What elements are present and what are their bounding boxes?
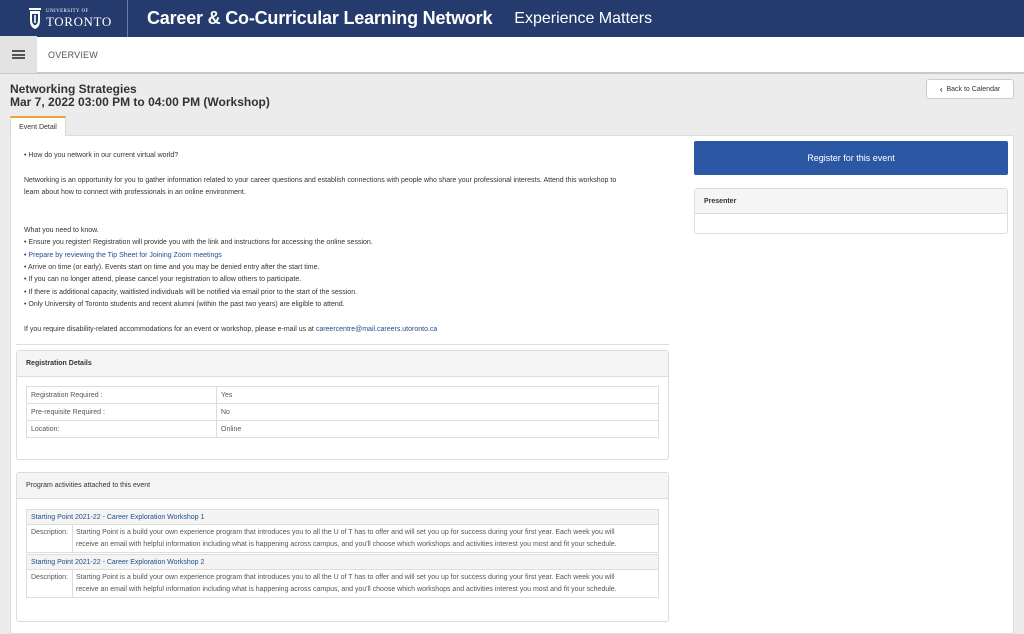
menu-button[interactable] <box>0 36 37 73</box>
site-tagline: Experience Matters <box>514 9 653 27</box>
table-row: Registration Required : Yes <box>26 386 659 404</box>
registration-required-label: Registration Required : <box>26 386 217 404</box>
info-item: • If you can no longer attend, please ca… <box>24 276 302 283</box>
registration-details-panel: Registration Details Registration Requir… <box>16 350 669 460</box>
activity-link-workshop-1[interactable]: Starting Point 2021-22 - Career Explorat… <box>31 514 204 521</box>
event-title: Networking Strategies <box>10 82 137 96</box>
registration-required-value: Yes <box>216 386 659 404</box>
description-question: • How do you network in our current virt… <box>24 152 179 159</box>
divider <box>16 344 669 345</box>
hamburger-menu-icon <box>12 50 25 59</box>
activity-description-line: Starting Point is a build your own exper… <box>76 574 615 581</box>
back-button-label: Back to Calendar <box>946 85 1001 93</box>
site-header: UNIVERSITY OF TORONTO Career & Co-Curric… <box>0 0 1024 37</box>
activity-description-line: receive an email with helpful informatio… <box>76 585 617 593</box>
activity-description: Starting Point is a build your own exper… <box>73 525 658 552</box>
location-value: Online <box>216 420 659 438</box>
presenter-panel: Presenter <box>694 188 1008 234</box>
prerequisite-label: Pre-requisite Required : <box>26 403 217 421</box>
nav-overview-link[interactable]: OVERVIEW <box>48 50 98 60</box>
prerequisite-value: No <box>216 403 659 421</box>
program-activities-heading: Program activities attached to this even… <box>17 473 668 499</box>
need-to-know-heading: What you need to know. <box>24 227 99 234</box>
activity-description: Starting Point is a build your own exper… <box>73 570 658 597</box>
info-item: • Only University of Toronto students an… <box>24 301 345 308</box>
activity-description-row: Description: Starting Point is a build y… <box>26 525 659 553</box>
tab-event-detail[interactable]: Event Detail <box>10 116 66 136</box>
register-button[interactable]: Register for this event <box>694 141 1008 175</box>
description-intro-line1: Networking is an opportunity for you to … <box>24 177 617 184</box>
tip-sheet-link[interactable]: Prepare by reviewing the Tip Sheet for J… <box>28 252 221 259</box>
description-intro-line2: learn about how to connect with professi… <box>24 189 246 196</box>
careercentre-email-link[interactable]: careercentre@mail.careers.utoronto.ca <box>316 326 438 333</box>
info-item: • If there is additional capacity, waitl… <box>24 289 358 296</box>
info-item: • Ensure you register! Registration will… <box>24 239 373 246</box>
location-label: Location: <box>26 420 217 438</box>
university-logo[interactable]: UNIVERSITY OF TORONTO <box>0 0 128 37</box>
event-datetime: Mar 7, 2022 03:00 PM to 04:00 PM (Worksh… <box>10 95 270 109</box>
activity-description-row: Description: Starting Point is a build y… <box>26 570 659 598</box>
accommodation-text: If you require disability-related accomm… <box>24 326 316 333</box>
logo-name: TORONTO <box>46 14 112 29</box>
accommodation-note: If you require disability-related accomm… <box>24 324 437 337</box>
info-item-tip-sheet: • Prepare by reviewing the Tip Sheet for… <box>24 250 222 263</box>
presenter-heading: Presenter <box>695 189 1007 214</box>
crest-icon <box>29 7 41 29</box>
nav-bar: OVERVIEW <box>0 36 1024 74</box>
description-label: Description: <box>27 525 73 552</box>
activity-description-line: receive an email with helpful informatio… <box>76 540 617 548</box>
program-activities-panel: Program activities attached to this even… <box>16 472 669 622</box>
registration-table: Registration Required : Yes Pre-requisit… <box>26 386 659 438</box>
site-title[interactable]: Career & Co-Curricular Learning Network <box>147 8 492 29</box>
chevron-left-icon: ‹ <box>939 84 943 94</box>
activity-description-line: Starting Point is a build your own exper… <box>76 529 615 536</box>
table-row: Pre-requisite Required : No <box>26 403 659 421</box>
registration-details-heading: Registration Details <box>17 351 668 377</box>
activity-title-row: Starting Point 2021-22 - Career Explorat… <box>26 554 659 570</box>
table-row: Location: Online <box>26 420 659 438</box>
info-item: • Arrive on time (or early). Events star… <box>24 264 320 271</box>
description-label: Description: <box>27 570 73 597</box>
back-to-calendar-button[interactable]: ‹ Back to Calendar <box>926 79 1014 99</box>
activity-title-row: Starting Point 2021-22 - Career Explorat… <box>26 509 659 525</box>
activity-link-workshop-2[interactable]: Starting Point 2021-22 - Career Explorat… <box>31 559 204 566</box>
